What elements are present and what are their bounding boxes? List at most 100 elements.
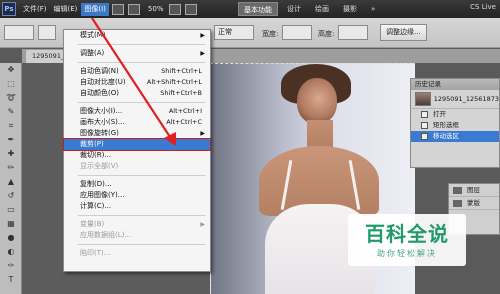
image-menu-item-label: 复制(D)... bbox=[80, 180, 112, 188]
menu-separator bbox=[78, 102, 206, 103]
new-selection-icon[interactable] bbox=[38, 25, 56, 40]
layers-icon bbox=[453, 187, 462, 194]
image-menu-item-label: 裁切(R)... bbox=[80, 151, 112, 159]
submenu-arrow-icon: ▶ bbox=[200, 50, 205, 57]
image-menu-item-shortcut: Alt+Ctrl+I bbox=[168, 107, 202, 115]
image-menu-item[interactable]: 裁切(R)... bbox=[64, 150, 210, 161]
refine-edge-button[interactable]: 调整边缘... bbox=[380, 24, 427, 41]
image-menu-item-label: 图像大小(I)... bbox=[80, 107, 123, 115]
minibridge-icon[interactable] bbox=[127, 3, 140, 15]
history-state-label: 矩形选框 bbox=[433, 121, 459, 129]
masks-icon bbox=[453, 200, 462, 207]
healing-brush-tool-icon[interactable]: ✚ bbox=[3, 148, 19, 160]
clone-stamp-tool-icon[interactable]: ▲ bbox=[3, 176, 19, 188]
image-menu-item-shortcut: Alt+Shift+Ctrl+L bbox=[146, 78, 202, 86]
zoom-level[interactable]: 50% bbox=[148, 5, 164, 13]
history-state-rect-marquee[interactable]: 矩形选框 bbox=[411, 120, 499, 131]
bridge-icon[interactable] bbox=[111, 3, 124, 15]
image-menu-item[interactable]: 自动对比度(U) Alt+Shift+Ctrl+L bbox=[64, 77, 210, 88]
width-input[interactable] bbox=[282, 25, 312, 40]
move-state-icon bbox=[421, 133, 428, 140]
image-menu-item[interactable]: 自动颜色(O) Shift+Ctrl+B bbox=[64, 88, 210, 99]
snapshot-label: 1295091_12561873 bbox=[433, 95, 499, 103]
lasso-tool-icon[interactable]: ➰ bbox=[3, 92, 19, 104]
marquee-tool-icon[interactable]: ⬚ bbox=[3, 78, 19, 90]
workspace-painting-button[interactable]: 绘画 bbox=[310, 2, 334, 16]
photoshop-logo-icon: Ps bbox=[2, 2, 16, 16]
image-menu-item[interactable]: 计算(C)... bbox=[64, 201, 210, 212]
history-brush-tool-icon[interactable]: ↺ bbox=[3, 190, 19, 202]
menu-edit[interactable]: 编辑(E) bbox=[51, 3, 81, 16]
history-state-open[interactable]: 打开 bbox=[411, 109, 499, 120]
arrange-documents-icon[interactable] bbox=[185, 3, 198, 15]
masks-panel-button[interactable]: 蒙版 bbox=[449, 197, 499, 210]
blur-tool-icon[interactable]: ● bbox=[3, 232, 19, 244]
history-state-label: 打开 bbox=[433, 110, 446, 118]
quick-select-tool-icon[interactable]: ✎ bbox=[3, 106, 19, 118]
image-menu-item-label: 裁剪(P) bbox=[80, 140, 104, 148]
cs-live-button[interactable]: CS Live bbox=[470, 3, 496, 11]
submenu-arrow-icon: ▶ bbox=[200, 32, 205, 39]
application-bar: Ps 文件(F) 编辑(E) 图像(I) 50% 基本功能 设计 绘画 摄影 »… bbox=[0, 0, 500, 18]
width-label: 宽度: bbox=[262, 30, 279, 38]
style-select[interactable]: 正常 bbox=[214, 25, 254, 40]
submenu-arrow-icon: ▶ bbox=[200, 130, 205, 137]
image-menu-item-shortcut: Alt+Ctrl+C bbox=[166, 118, 202, 126]
masks-label: 蒙版 bbox=[467, 199, 480, 207]
image-menu-item: 显示全部(V) bbox=[64, 161, 210, 172]
image-menu-item-label: 画布大小(S)... bbox=[80, 118, 125, 126]
menu-bar: 文件(F) 编辑(E) 图像(I) 50% bbox=[20, 0, 199, 18]
pen-tool-icon[interactable]: ✑ bbox=[3, 260, 19, 272]
history-snapshot[interactable]: 1295091_12561873 bbox=[411, 90, 499, 109]
eyedropper-tool-icon[interactable]: ✒ bbox=[3, 134, 19, 146]
submenu-arrow-icon: ▶ bbox=[200, 221, 205, 228]
marquee-state-icon bbox=[421, 122, 428, 129]
view-extras-icon[interactable] bbox=[169, 3, 182, 15]
height-input[interactable] bbox=[338, 25, 368, 40]
workspace-photography-button[interactable]: 摄影 bbox=[338, 2, 362, 16]
image-menu-item[interactable]: 复制(D)... bbox=[64, 179, 210, 190]
image-menu-item[interactable]: 调整(A) ▶ bbox=[64, 48, 210, 59]
image-menu-item-label: 变量(B) bbox=[80, 220, 105, 228]
image-menu-item[interactable]: 图像大小(I)... Alt+Ctrl+I bbox=[64, 106, 210, 117]
image-menu-dropdown: 模式(M) ▶ 调整(A) ▶ 自动色调(N) Shift+Ctrl+L 自动对比度(U) A… bbox=[63, 29, 211, 272]
move-tool-icon[interactable]: ✥ bbox=[3, 64, 19, 76]
image-menu-item-label: 自动对比度(U) bbox=[80, 78, 126, 86]
menu-file[interactable]: 文件(F) bbox=[20, 3, 50, 16]
menu-separator bbox=[78, 244, 206, 245]
image-menu-item: 陷印(T)... bbox=[64, 248, 210, 259]
image-menu-item-label: 图像旋转(G) bbox=[80, 129, 119, 137]
image-menu-item-label: 自动颜色(O) bbox=[80, 89, 119, 97]
history-state-move-selection[interactable]: 移动选区 bbox=[411, 131, 499, 142]
history-panel: 历史记录 1295091_12561873 打开 矩形选框 移动选区 bbox=[410, 78, 500, 168]
image-menu-item: 应用数据组(L)... bbox=[64, 230, 210, 241]
dodge-tool-icon[interactable]: ◐ bbox=[3, 246, 19, 258]
workspace-design-button[interactable]: 设计 bbox=[282, 2, 306, 16]
crop-tool-icon[interactable]: ⌗ bbox=[3, 120, 19, 132]
brush-tool-icon[interactable]: ✏ bbox=[3, 162, 19, 174]
watermark-title: 百科全说 bbox=[365, 222, 449, 246]
image-menu-item[interactable]: 应用图像(Y)... bbox=[64, 190, 210, 201]
image-menu-item[interactable]: 画布大小(S)... Alt+Ctrl+C bbox=[64, 117, 210, 128]
type-tool-icon[interactable]: T bbox=[3, 274, 19, 286]
gradient-tool-icon[interactable]: ▦ bbox=[3, 218, 19, 230]
height-label: 高度: bbox=[318, 30, 335, 38]
image-menu-item-label: 计算(C)... bbox=[80, 202, 112, 210]
image-menu-item[interactable]: 裁剪(P) bbox=[63, 138, 211, 151]
workspace-more-button[interactable]: » bbox=[366, 2, 380, 16]
tool-preset-picker[interactable] bbox=[4, 25, 34, 40]
workspace-essentials-button[interactable]: 基本功能 bbox=[238, 2, 278, 16]
photo-head bbox=[297, 78, 337, 124]
image-menu-item: 变量(B) ▶ bbox=[64, 219, 210, 230]
eraser-tool-icon[interactable]: ▭ bbox=[3, 204, 19, 216]
snapshot-thumbnail bbox=[415, 92, 431, 106]
image-menu-item[interactable]: 自动色调(N) Shift+Ctrl+L bbox=[64, 66, 210, 77]
history-panel-title[interactable]: 历史记录 bbox=[411, 79, 499, 90]
layers-panel-button[interactable]: 图层 bbox=[449, 184, 499, 197]
menu-separator bbox=[78, 215, 206, 216]
image-menu-item[interactable]: 模式(M) ▶ bbox=[64, 30, 210, 41]
image-menu-item-label: 应用数据组(L)... bbox=[80, 231, 132, 239]
menu-image[interactable]: 图像(I) bbox=[81, 2, 109, 16]
image-menu-item[interactable]: 图像旋转(G) ▶ bbox=[64, 128, 210, 139]
layers-label: 图层 bbox=[467, 186, 480, 194]
